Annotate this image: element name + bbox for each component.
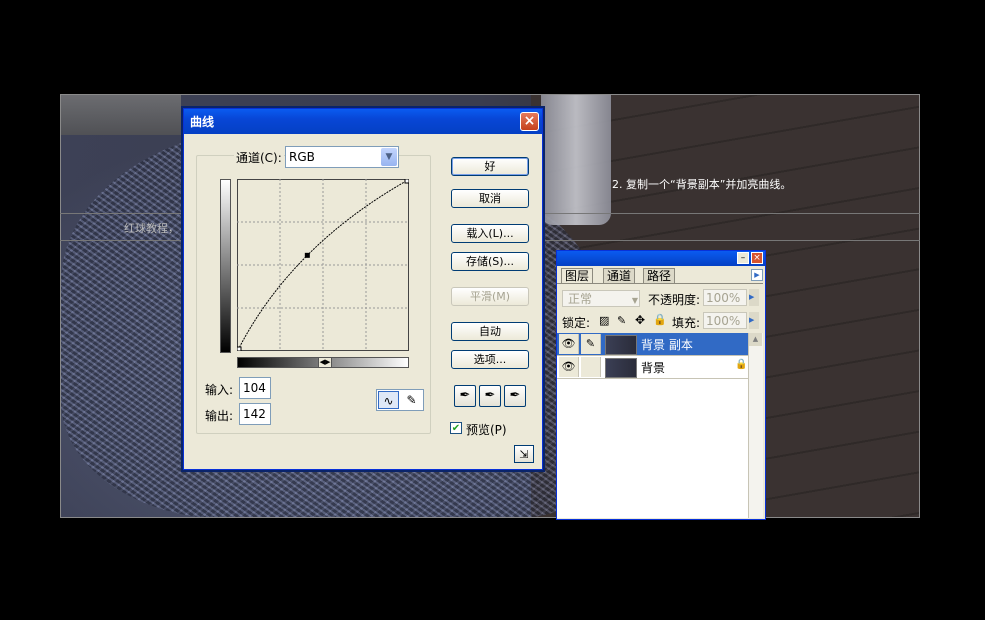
preview-label: 预览(P) [466, 423, 507, 437]
smooth-button[interactable]: 平滑(M) [451, 287, 529, 306]
channel-label: 通道(C): [234, 149, 284, 166]
white-eyedropper-icon[interactable]: ✒ [504, 385, 526, 407]
layer-name[interactable]: 背景 [641, 359, 665, 376]
tab-paths[interactable]: 路径 [643, 268, 676, 284]
preview-checkbox[interactable]: ✔ [450, 422, 462, 434]
layer-name[interactable]: 背景 副本 [641, 336, 693, 353]
step-note: 2. 复制一个“背景副本”并加亮曲线。 [612, 178, 792, 191]
input-label: 输入: [205, 383, 234, 397]
curve-tool-group: ∿ ✎ [376, 389, 424, 411]
gray-eyedropper-icon[interactable]: ✒ [479, 385, 501, 407]
opacity-field[interactable]: 100% [703, 289, 747, 306]
layer-row-background-copy[interactable]: 👁 ✎ 背景 副本 [557, 333, 749, 356]
blend-chevron-down-icon: ▼ [631, 296, 638, 305]
input-gradient-bar: ◀▶ [237, 357, 409, 368]
lock-brush-icon[interactable]: ✎ [617, 314, 626, 327]
palette-menu-icon[interactable]: ▶ [751, 269, 763, 281]
lock-move-icon[interactable]: ✥ [635, 313, 645, 327]
lock-all-icon[interactable]: 🔒 [653, 313, 667, 326]
ok-button[interactable]: 好 [451, 157, 529, 176]
minimize-icon[interactable]: – [737, 252, 749, 264]
tab-layers[interactable]: 图层 [561, 268, 594, 284]
layers-palette: – × 图层 通道 路径 ▶ 正常 ▼ 不透明度: 100% ▶ 锁定: ▨ ✎… [556, 250, 766, 520]
lock-label: 锁定: [562, 316, 591, 330]
curve-control-point[interactable] [304, 252, 310, 258]
layer-thumbnail [605, 358, 637, 378]
blend-mode-value: 正常 [568, 292, 593, 306]
channel-select[interactable]: RGB ▼ [285, 146, 399, 168]
cancel-button[interactable]: 取消 [451, 189, 529, 208]
pencil-icon[interactable]: ✎ [401, 391, 422, 409]
link-slot-icon[interactable] [581, 357, 601, 377]
load-button[interactable]: 载入(L)... [451, 224, 529, 243]
close-icon[interactable]: × [520, 112, 539, 131]
auto-button[interactable]: 自动 [451, 322, 529, 341]
layer-list: 👁 ✎ 背景 副本 👁 背景 🔒 ▲ [557, 333, 763, 518]
fill-label: 填充: [672, 316, 701, 330]
layer-thumbnail [605, 335, 637, 355]
carved-pillar [541, 95, 611, 225]
palette-close-icon[interactable]: × [751, 252, 763, 264]
input-field[interactable]: 104 [239, 377, 271, 399]
output-gradient-bar [220, 179, 231, 353]
chevron-down-icon: ▼ [381, 148, 397, 166]
lock-icon: 🔒 [735, 359, 748, 370]
expand-icon[interactable]: ⇲ [514, 445, 534, 463]
layer-row-background[interactable]: 👁 背景 🔒 [557, 356, 749, 379]
curve-endpoint-end[interactable] [404, 179, 409, 184]
opacity-arrow-icon[interactable]: ▶ [749, 289, 759, 306]
tab-channels[interactable]: 通道 [603, 268, 636, 284]
curve-graph[interactable] [237, 179, 409, 351]
output-label: 输出: [205, 409, 234, 423]
lock-transparent-icon[interactable]: ▨ [599, 314, 609, 327]
layer-scrollbar[interactable]: ▲ [748, 333, 763, 518]
curve-tool-icon[interactable]: ∿ [378, 391, 399, 409]
eye-icon[interactable]: 👁 [559, 357, 579, 377]
channel-value: RGB [289, 150, 315, 164]
fill-field[interactable]: 100% [703, 312, 747, 329]
curves-titlebar[interactable]: 曲线 × [184, 109, 542, 134]
blend-mode-select[interactable]: 正常 ▼ [562, 290, 640, 307]
curve-endpoint-start[interactable] [237, 346, 242, 351]
fill-arrow-icon[interactable]: ▶ [749, 312, 759, 329]
eye-icon[interactable]: 👁 [559, 334, 579, 354]
curves-dialog: 曲线 × 通道(C): RGB ▼ ◀▶ 输入: 104 输出: 142 ∿ ✎ [183, 108, 543, 470]
scroll-up-icon[interactable]: ▲ [749, 333, 762, 346]
gradient-toggle-icon[interactable]: ◀▶ [318, 357, 332, 368]
opacity-label: 不透明度: [648, 293, 701, 307]
save-button[interactable]: 存储(S)... [451, 252, 529, 271]
options-button[interactable]: 选项... [451, 350, 529, 369]
tab-divider [557, 283, 763, 284]
furniture-edge [61, 95, 181, 135]
dialog-title: 曲线 [190, 115, 215, 129]
black-eyedropper-icon[interactable]: ✒ [454, 385, 476, 407]
output-field[interactable]: 142 [239, 403, 271, 425]
palette-titlebar[interactable]: – × [557, 251, 765, 266]
brush-icon[interactable]: ✎ [581, 334, 601, 354]
